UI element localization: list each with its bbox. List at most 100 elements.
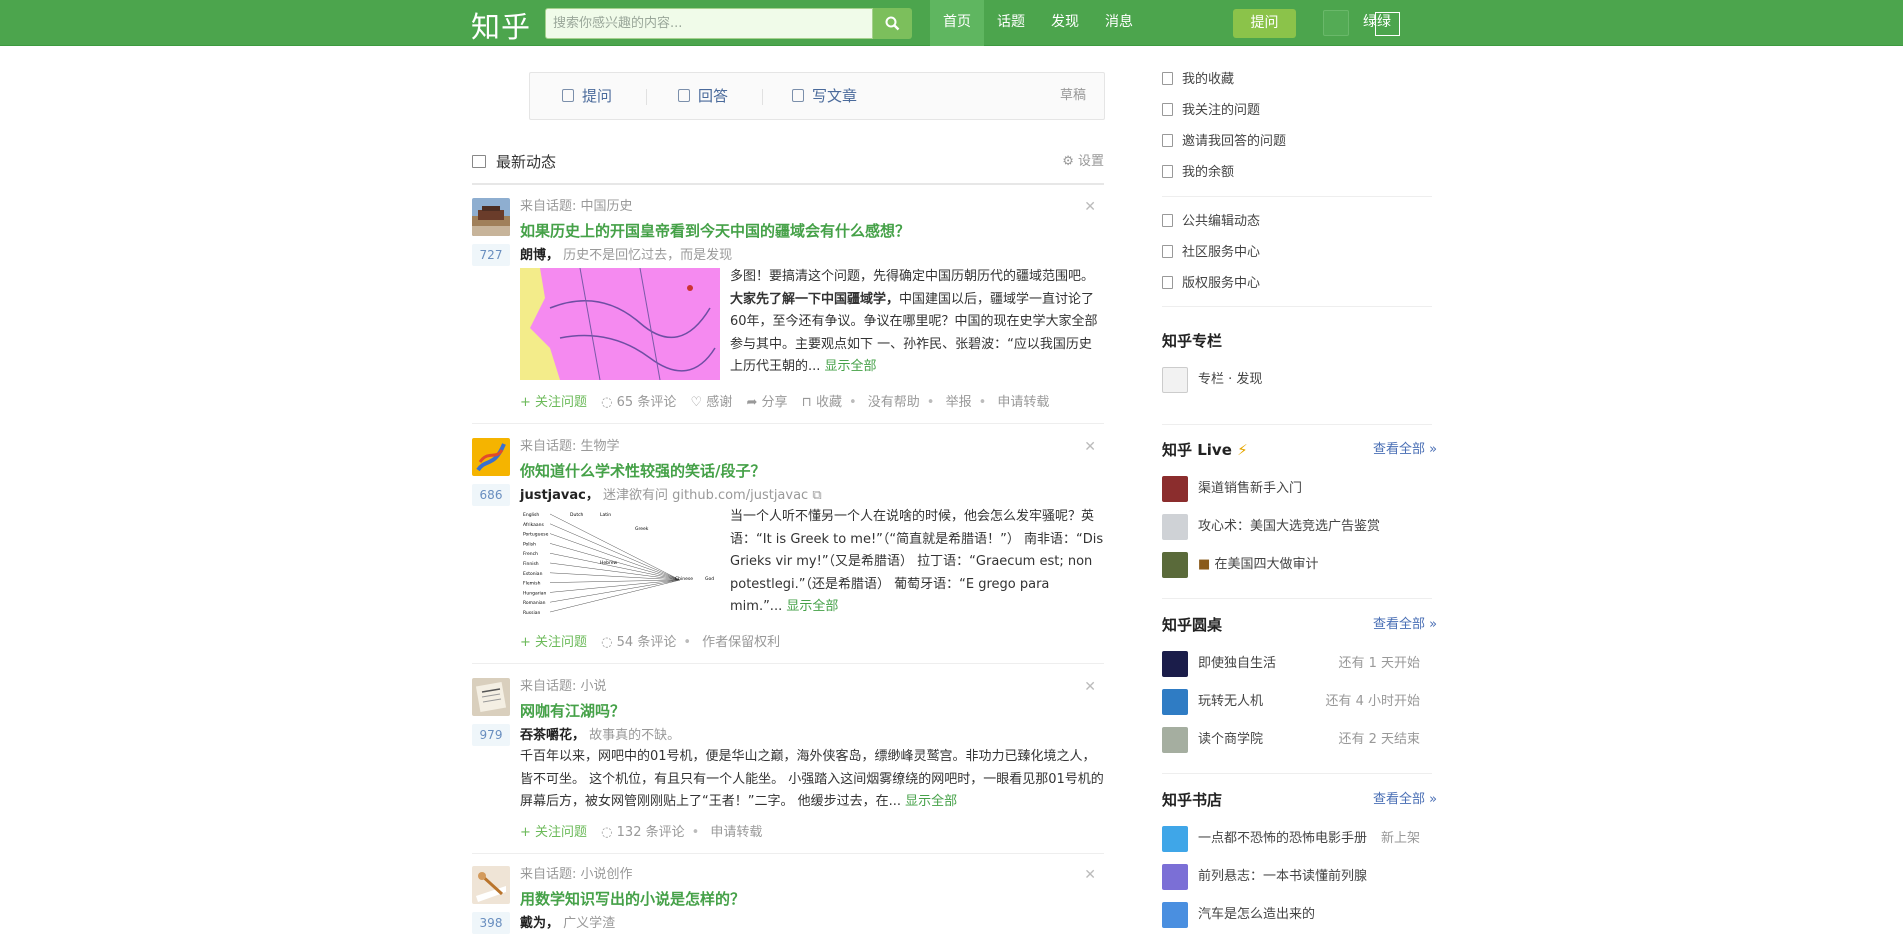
list-icon: [1162, 214, 1173, 227]
action-bar: + 关注问题 ◌ 54 条评论 • 作者保留权利: [520, 634, 780, 652]
roundtable-view-all-link[interactable]: 查看全部 »: [1373, 615, 1437, 635]
drafts-link[interactable]: 草稿: [1060, 73, 1086, 119]
sidebar-link-collections[interactable]: 我的收藏: [1162, 71, 1234, 89]
divider: [1162, 306, 1432, 307]
search-input[interactable]: 搜索你感兴趣的内容...: [545, 8, 873, 39]
vote-count[interactable]: 979: [472, 724, 510, 746]
sidebar-link-followed-questions[interactable]: 我关注的问题: [1162, 102, 1260, 120]
bookstore-view-all-link[interactable]: 查看全部 »: [1373, 790, 1437, 810]
answer-excerpt[interactable]: 千百年以来，网吧中的01号机，便是华山之巅，海外侠客岛，缥缈峰灵鹫宫。非功力已臻…: [520, 746, 1104, 814]
user-avatar[interactable]: [1375, 12, 1400, 36]
follow-question-button[interactable]: + 关注问题: [520, 395, 587, 410]
notification-icon[interactable]: [1323, 10, 1349, 36]
live-item[interactable]: 攻心术：美国大选竞选广告鉴赏: [1162, 514, 1432, 540]
show-more-link[interactable]: 显示全部: [825, 359, 877, 374]
show-more-link[interactable]: 显示全部: [786, 599, 838, 614]
share-button[interactable]: ➦ 分享: [746, 395, 787, 410]
show-more-link[interactable]: 显示全部: [905, 794, 957, 809]
topic-source[interactable]: 来自话题: 中国历史: [520, 198, 633, 216]
ask-question-button[interactable]: 提问: [1233, 9, 1296, 38]
live-item[interactable]: ■ 在美国四大做审计: [1162, 552, 1432, 578]
report-button[interactable]: 举报: [946, 395, 972, 410]
vote-count[interactable]: 398: [472, 912, 510, 934]
sidebar-link-copyright-center[interactable]: 版权服务中心: [1162, 275, 1260, 293]
question-title[interactable]: 网咖有江湖吗？: [520, 700, 625, 722]
topic-thumbnail[interactable]: [472, 866, 510, 904]
divider: [762, 89, 763, 105]
vote-count[interactable]: 686: [472, 484, 510, 506]
feed-item: 727 来自话题: 中国历史 ✕ 如果历史上的开国皇帝看到今天中国的疆域会有什么…: [472, 198, 1104, 424]
follow-question-button[interactable]: + 关注问题: [520, 635, 587, 650]
question-title[interactable]: 用数学知识写出的小说是怎样的？: [520, 888, 745, 910]
live-section-title[interactable]: 知乎 Live ⚡: [1162, 440, 1248, 460]
close-icon[interactable]: ✕: [1084, 438, 1096, 456]
comment-button[interactable]: ◌ 65 条评论: [601, 395, 676, 410]
composer-answer-button[interactable]: 回答: [678, 73, 728, 119]
topic-source[interactable]: 来自话题: 小说创作: [520, 866, 633, 884]
book-item[interactable]: 汽车是怎么造出来的: [1162, 902, 1432, 928]
collect-button[interactable]: ⊓ 收藏: [802, 395, 842, 410]
live-view-all-link[interactable]: 查看全部 »: [1373, 440, 1437, 460]
feed-settings-link[interactable]: ⚙ 设置: [1062, 151, 1104, 173]
roundtable-item[interactable]: 读个商学院 还有 2 天结束: [1162, 727, 1432, 753]
topic-source[interactable]: 来自话题: 小说: [520, 678, 607, 696]
column-section-title[interactable]: 知乎专栏: [1162, 331, 1222, 351]
repost-request-button[interactable]: 申请转载: [710, 825, 762, 840]
sidebar-link-community-center[interactable]: 社区服务中心: [1162, 244, 1260, 262]
close-icon[interactable]: ✕: [1084, 866, 1096, 884]
nav-messages[interactable]: 消息: [1092, 0, 1146, 46]
topic-thumbnail[interactable]: [472, 438, 510, 476]
follow-question-button[interactable]: + 关注问题: [520, 825, 587, 840]
bookstore-section-title[interactable]: 知乎书店: [1162, 790, 1222, 810]
nav-home[interactable]: 首页: [930, 0, 984, 46]
repost-request-button[interactable]: 申请转载: [997, 395, 1049, 410]
nav-explore[interactable]: 发现: [1038, 0, 1092, 46]
close-icon[interactable]: ✕: [1084, 678, 1096, 696]
sidebar-link-invitations[interactable]: 邀请我回答的问题: [1162, 133, 1286, 151]
sidebar-link-public-edits[interactable]: 公共编辑动态: [1162, 213, 1260, 231]
book-item[interactable]: 一点都不恐怖的恐怖电影手册 新上架: [1162, 826, 1432, 852]
roundtable-time: 还有 4 小时开始: [1325, 694, 1420, 709]
author-name[interactable]: 吞茶嚼花，: [520, 728, 585, 743]
roundtable-item[interactable]: 即使独自生活 还有 1 天开始: [1162, 651, 1432, 677]
sidebar-link-label: 公共编辑动态: [1182, 214, 1261, 229]
topic-thumbnail[interactable]: [472, 678, 510, 716]
comment-button[interactable]: ◌ 54 条评论: [601, 635, 676, 650]
comment-button[interactable]: ◌ 132 条评论: [601, 825, 684, 840]
answer-image[interactable]: [520, 268, 720, 380]
no-help-button[interactable]: 没有帮助: [868, 395, 920, 410]
topic-thumbnail[interactable]: [472, 198, 510, 236]
diagram-node-label: Greek: [635, 526, 649, 532]
column-discover-item[interactable]: 专栏 · 发现: [1162, 367, 1432, 393]
author-name[interactable]: justjavac，: [520, 488, 599, 503]
question-title[interactable]: 如果历史上的开国皇帝看到今天中国的疆域会有什么感想？: [520, 220, 910, 242]
action-bar: + 关注问题 ◌ 132 条评论 • 申请转载: [520, 824, 762, 842]
roundtable-section-title[interactable]: 知乎圆桌: [1162, 615, 1222, 635]
share-label: 分享: [761, 395, 788, 410]
search-button[interactable]: [873, 8, 912, 39]
answer-excerpt[interactable]: 当一个人听不懂另一个人在说啥的时候，他会怎么发牢骚呢？英语：“It is Gre…: [730, 506, 1104, 619]
close-icon[interactable]: ✕: [1084, 198, 1096, 216]
topic-source[interactable]: 来自话题: 生物学: [520, 438, 620, 456]
author-name[interactable]: 戴为，: [520, 916, 559, 931]
zhihu-logo[interactable]: 知乎: [471, 4, 531, 46]
live-item[interactable]: 渠道销售新手入门: [1162, 476, 1432, 502]
answer-excerpt[interactable]: 多图！要搞清这个问题，先得确定中国历朝历代的疆域范围吧。 大家先了解一下中国疆域…: [730, 266, 1104, 379]
top-navigation-bar: 知乎 搜索你感兴趣的内容... 首页 话题 发现 消息 提问 绿绿: [0, 0, 1903, 46]
pencil-icon: [792, 89, 804, 102]
book-cover: [1162, 902, 1188, 928]
thanks-button[interactable]: ♡ 感谢: [690, 395, 732, 410]
diagram-node-label: God: [705, 576, 714, 582]
author-name[interactable]: 朗博，: [520, 248, 559, 263]
answer-image[interactable]: English Afrikaans Portuguese Polish French Fi…: [520, 508, 720, 620]
diagram-language-label: French: [523, 551, 538, 557]
roundtable-item[interactable]: 玩转无人机 还有 4 小时开始: [1162, 689, 1432, 715]
question-title[interactable]: 你知道什么学术性较强的笑话/段子？: [520, 460, 765, 482]
sidebar-link-balance[interactable]: 我的余额: [1162, 164, 1234, 182]
vote-count[interactable]: 727: [472, 244, 510, 266]
composer-write-button[interactable]: 写文章: [792, 73, 857, 119]
book-item[interactable]: 前列悬志：一本书读懂前列腺: [1162, 864, 1432, 890]
nav-topics[interactable]: 话题: [984, 0, 1038, 46]
author-line: 戴为， 广义学渣: [520, 914, 615, 934]
composer-ask-button[interactable]: 提问: [562, 73, 612, 119]
